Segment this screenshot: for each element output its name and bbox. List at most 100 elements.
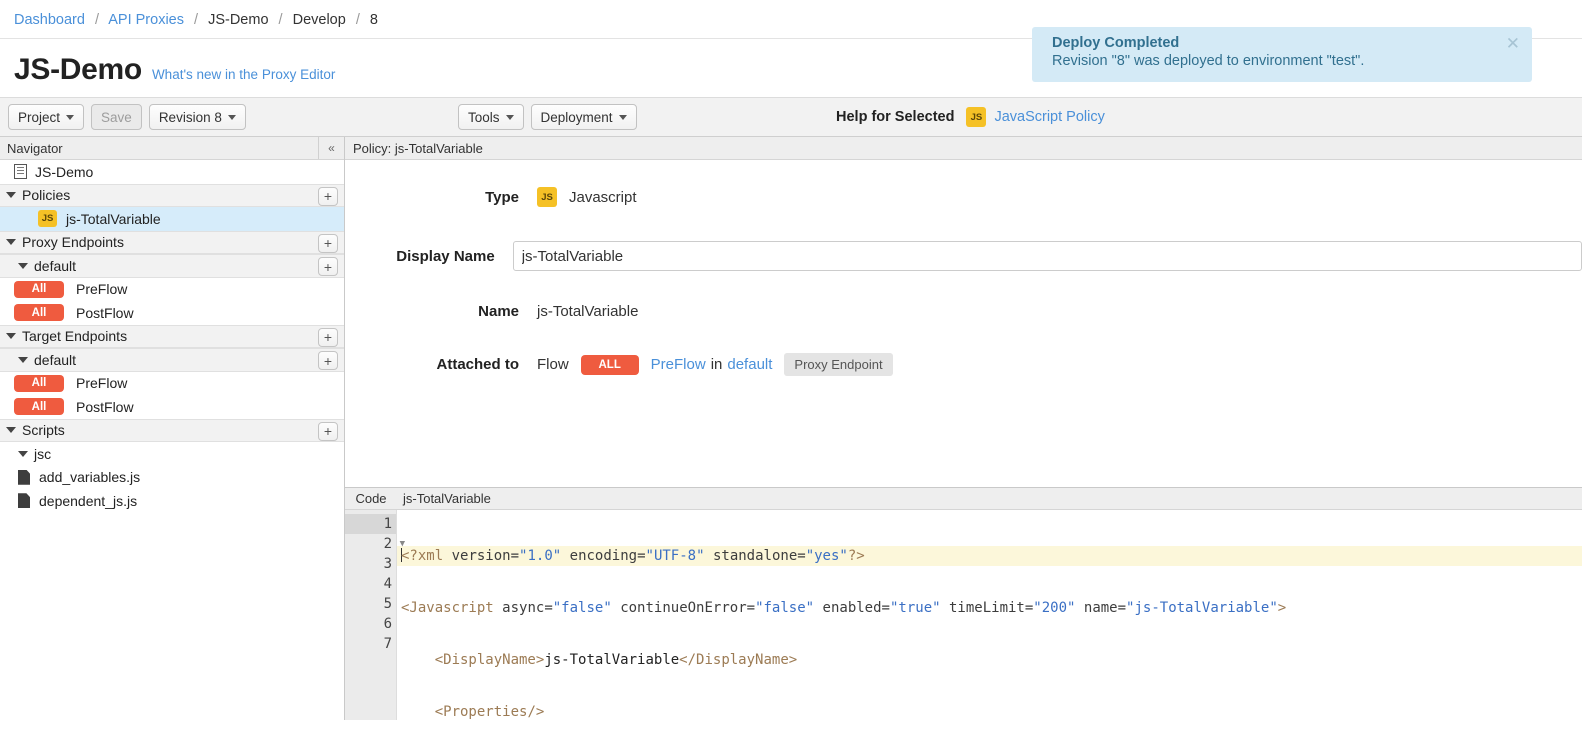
project-menu-button[interactable]: Project (8, 104, 84, 130)
attached-to-row: Attached to Flow ALL PreFlow in default … (345, 353, 1582, 376)
sidebar-item-label: JS-Demo (35, 164, 93, 180)
collapse-left-icon[interactable]: « (318, 137, 344, 159)
line-number: 2▼ (345, 534, 396, 554)
status-badge: All (14, 304, 64, 321)
attached-default-link[interactable]: default (727, 356, 772, 373)
display-name-label: Display Name (345, 248, 513, 265)
add-policy-button[interactable]: + (318, 187, 338, 206)
deployment-menu-button[interactable]: Deployment (531, 104, 637, 130)
status-badge: All (14, 398, 64, 415)
sidebar-section-label: Target Endpoints (22, 328, 127, 344)
code-editor[interactable]: 1 2▼ 3 4 5 6 7 <?xml version="1.0" encod… (345, 510, 1582, 720)
close-icon[interactable]: ✕ (1506, 35, 1520, 52)
breadcrumb-item-dashboard[interactable]: Dashboard (14, 12, 85, 28)
policy-type-value-group: JS Javascript (537, 187, 637, 207)
display-name-input[interactable] (513, 241, 1582, 271)
tools-menu-button[interactable]: Tools (458, 104, 524, 130)
code-line: <Javascript async="false" continueOnErro… (397, 598, 1582, 618)
sidebar-group-proxy-default[interactable]: default + (0, 254, 344, 278)
toolbar-center-group: Tools Deployment (458, 104, 644, 130)
add-target-flow-button[interactable]: + (318, 351, 338, 370)
sidebar-section-label: Proxy Endpoints (22, 234, 124, 250)
editor-body: Navigator « JS-Demo Policies + JS js-Tot… (0, 137, 1582, 720)
deploy-notification: Deploy Completed Revision "8" was deploy… (1032, 27, 1532, 82)
help-for-selected-group: Help for Selected JS JavaScript Policy (836, 107, 1105, 127)
add-proxy-flow-button[interactable]: + (318, 257, 338, 276)
sidebar-item-proxy-postflow[interactable]: All PostFlow (0, 301, 344, 325)
display-name-row: Display Name (345, 241, 1582, 271)
line-number: 1 (345, 514, 396, 534)
sidebar-item-dependent-js-js[interactable]: dependent_js.js (0, 489, 344, 513)
breadcrumb-separator: / (194, 12, 198, 28)
status-badge: ALL (581, 355, 639, 375)
sidebar-item-proxy-preflow[interactable]: All PreFlow (0, 278, 344, 302)
triangle-down-icon (18, 263, 28, 269)
sidebar-item-target-postflow[interactable]: All PostFlow (0, 395, 344, 419)
policy-name-value: js-TotalVariable (537, 303, 638, 320)
attached-in-word: in (711, 356, 723, 373)
triangle-down-icon (6, 239, 16, 245)
js-icon: JS (537, 187, 557, 207)
sidebar-section-scripts[interactable]: Scripts + (0, 419, 344, 443)
triangle-down-icon (18, 357, 28, 363)
help-for-selected-label: Help for Selected (836, 109, 954, 125)
file-icon (18, 493, 30, 508)
fold-toggle-icon[interactable]: ▼ (400, 534, 405, 554)
js-icon: JS (966, 107, 986, 127)
sidebar-item-label: js-TotalVariable (66, 211, 161, 227)
revision-menu-button[interactable]: Revision 8 (149, 104, 246, 130)
status-badge: All (14, 281, 64, 298)
whats-new-link[interactable]: What's new in the Proxy Editor (152, 67, 335, 82)
line-number: 6 (345, 614, 396, 634)
sidebar-group-label: jsc (34, 446, 51, 462)
navigator-header: Navigator « (0, 137, 344, 160)
sidebar-section-target-endpoints[interactable]: Target Endpoints + (0, 325, 344, 349)
chevron-down-icon (228, 115, 236, 120)
breadcrumb-item-develop[interactable]: Develop (293, 12, 346, 28)
line-number-gutter: 1 2▼ 3 4 5 6 7 (345, 510, 397, 720)
status-badge: All (14, 375, 64, 392)
breadcrumb-item-api-proxies[interactable]: API Proxies (108, 12, 184, 28)
sidebar-item-js-demo[interactable]: JS-Demo (0, 160, 344, 184)
policy-type-value: Javascript (569, 189, 637, 206)
triangle-down-icon (6, 333, 16, 339)
sidebar-item-js-totalvariable[interactable]: JS js-TotalVariable (0, 207, 344, 231)
sidebar-section-label: Policies (22, 187, 70, 203)
add-target-endpoint-button[interactable]: + (318, 328, 338, 347)
sidebar-section-policies[interactable]: Policies + (0, 184, 344, 208)
chevron-down-icon (66, 115, 74, 120)
tools-menu-label: Tools (468, 110, 500, 125)
attached-to-value-group: Flow ALL PreFlow in default Proxy Endpoi… (537, 353, 893, 376)
project-menu-label: Project (18, 110, 60, 125)
sidebar-item-label: dependent_js.js (39, 493, 137, 509)
attached-flow-word: Flow (537, 356, 569, 373)
editor-toolbar: Project Save Revision 8 Tools Deployment… (0, 97, 1582, 137)
breadcrumb-item-revision[interactable]: 8 (370, 12, 378, 28)
file-icon (18, 470, 30, 485)
javascript-policy-help-link[interactable]: JavaScript Policy (994, 109, 1104, 125)
code-file-name: js-TotalVariable (397, 491, 491, 506)
attached-preflow-link[interactable]: PreFlow (651, 356, 706, 373)
page-title: JS-Demo (14, 53, 142, 87)
triangle-down-icon (6, 192, 16, 198)
chevron-down-icon (619, 115, 627, 120)
add-proxy-endpoint-button[interactable]: + (318, 234, 338, 253)
attached-endpoint-tag: Proxy Endpoint (784, 353, 892, 376)
sidebar-item-label: PreFlow (76, 375, 127, 391)
breadcrumb-item-js-demo[interactable]: JS-Demo (208, 12, 268, 28)
code-content[interactable]: <?xml version="1.0" encoding="UTF-8" sta… (397, 510, 1582, 720)
add-script-button[interactable]: + (318, 422, 338, 441)
navigator-panel: Navigator « JS-Demo Policies + JS js-Tot… (0, 137, 345, 720)
sidebar-item-add-variables-js[interactable]: add_variables.js (0, 466, 344, 490)
chevron-down-icon (506, 115, 514, 120)
document-icon (14, 164, 27, 179)
sidebar-section-proxy-endpoints[interactable]: Proxy Endpoints + (0, 231, 344, 255)
line-number: 5 (345, 594, 396, 614)
breadcrumb-separator: / (356, 12, 360, 28)
save-button[interactable]: Save (91, 104, 142, 130)
sidebar-group-jsc[interactable]: jsc (0, 442, 344, 466)
line-number: 7 (345, 634, 396, 654)
policy-type-label: Type (345, 189, 537, 206)
sidebar-group-target-default[interactable]: default + (0, 348, 344, 372)
sidebar-item-target-preflow[interactable]: All PreFlow (0, 372, 344, 396)
